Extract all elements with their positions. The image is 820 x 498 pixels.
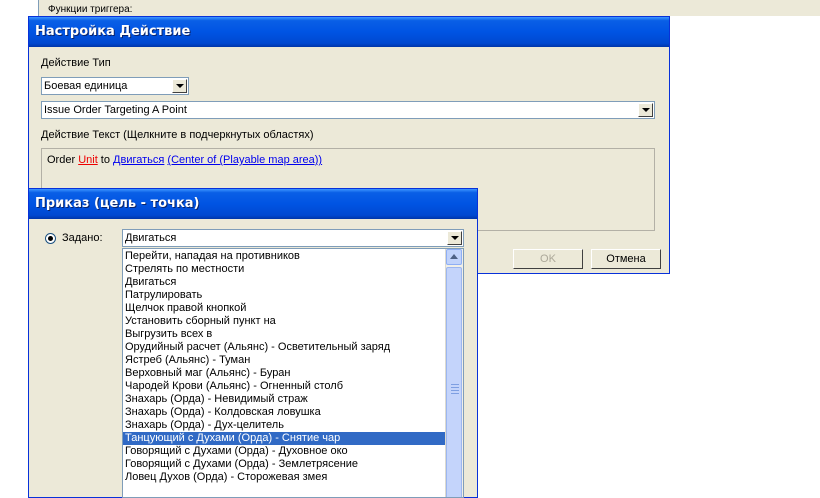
list-item[interactable]: Чародей Крови (Альянс) - Огненный столб xyxy=(123,380,446,393)
list-item[interactable]: Знахарь (Орда) - Невидимый страж xyxy=(123,393,446,406)
action-text-prefix: Order xyxy=(47,154,79,166)
order-target-point-dialog: Приказ (цель - точка) Задано: Двигаться … xyxy=(28,188,478,498)
list-item[interactable]: Патрулировать xyxy=(123,289,446,302)
list-item[interactable]: Ястреб (Альянс) - Туман xyxy=(123,354,446,367)
action-dialog-titlebar[interactable]: Настройка Действие xyxy=(29,17,669,47)
order-dialog-titlebar[interactable]: Приказ (цель - точка) xyxy=(29,189,477,219)
action-text-line: Order Unit to Двигаться (Center of (Play… xyxy=(47,154,322,166)
point-parameter-link[interactable]: (Center of (Playable map area)) xyxy=(167,154,322,166)
order-dropdown[interactable]: Двигаться xyxy=(122,229,464,247)
chevron-down-icon[interactable] xyxy=(172,79,187,93)
action-type-label: Действие Тип xyxy=(41,57,111,69)
action-function-dropdown[interactable]: Issue Order Targeting A Point xyxy=(41,101,655,119)
chevron-down-icon[interactable] xyxy=(638,103,653,117)
action-text-to: to xyxy=(97,154,114,166)
unit-parameter-link[interactable]: Unit xyxy=(78,154,98,166)
ok-button[interactable]: OK xyxy=(513,249,583,269)
list-item[interactable]: Щелчок правой кнопкой xyxy=(123,302,446,315)
list-item[interactable]: Перейти, нападая на противников xyxy=(123,250,446,263)
action-type-dropdown[interactable]: Боевая единица xyxy=(41,77,189,95)
list-item[interactable]: Танцующий с Духами (Орда) - Снятие чар xyxy=(123,432,446,445)
scroll-up-icon[interactable] xyxy=(446,249,462,265)
trigger-editor-background xyxy=(38,0,820,16)
list-item[interactable]: Знахарь (Орда) - Дух-целитель xyxy=(123,419,446,432)
order-parameter-link[interactable]: Двигаться xyxy=(113,154,164,166)
trigger-functions-label: Функции триггера: xyxy=(48,4,133,15)
list-item[interactable]: Стрелять по местности xyxy=(123,263,446,276)
list-item[interactable]: Ловец Духов (Орда) - Сторожевая змея xyxy=(123,471,446,484)
list-scrollbar[interactable] xyxy=(445,249,463,497)
list-item[interactable]: Говорящий с Духами (Орда) - Духовное око xyxy=(123,445,446,458)
action-function-value: Issue Order Targeting A Point xyxy=(44,104,187,116)
order-options-items: Перейти, нападая на противников Стрелять … xyxy=(123,250,446,484)
list-item[interactable]: Двигаться xyxy=(123,276,446,289)
list-item[interactable]: Выгрузить всех в xyxy=(123,328,446,341)
action-text-label: Действие Текст (Щелкните в подчеркнутых … xyxy=(41,129,314,141)
list-item[interactable]: Знахарь (Орда) - Колдовская ловушка xyxy=(123,406,446,419)
list-item[interactable]: Верховный маг (Альянс) - Буран xyxy=(123,367,446,380)
preset-radio[interactable] xyxy=(45,233,56,244)
cancel-button[interactable]: Отмена xyxy=(591,249,661,269)
list-item[interactable]: Говорящий с Духами (Орда) - Землетрясени… xyxy=(123,458,446,471)
order-dropdown-value: Двигаться xyxy=(125,232,177,244)
preset-radio-label: Задано: xyxy=(62,232,103,244)
chevron-down-icon[interactable] xyxy=(447,231,462,245)
list-item[interactable]: Орудийный расчет (Альянс) - Осветительны… xyxy=(123,341,446,354)
order-options-list[interactable]: Перейти, нападая на противников Стрелять … xyxy=(122,248,464,498)
list-item[interactable]: Установить сборный пункт на xyxy=(123,315,446,328)
scroll-thumb[interactable] xyxy=(446,267,462,497)
action-type-value: Боевая единица xyxy=(44,80,128,92)
